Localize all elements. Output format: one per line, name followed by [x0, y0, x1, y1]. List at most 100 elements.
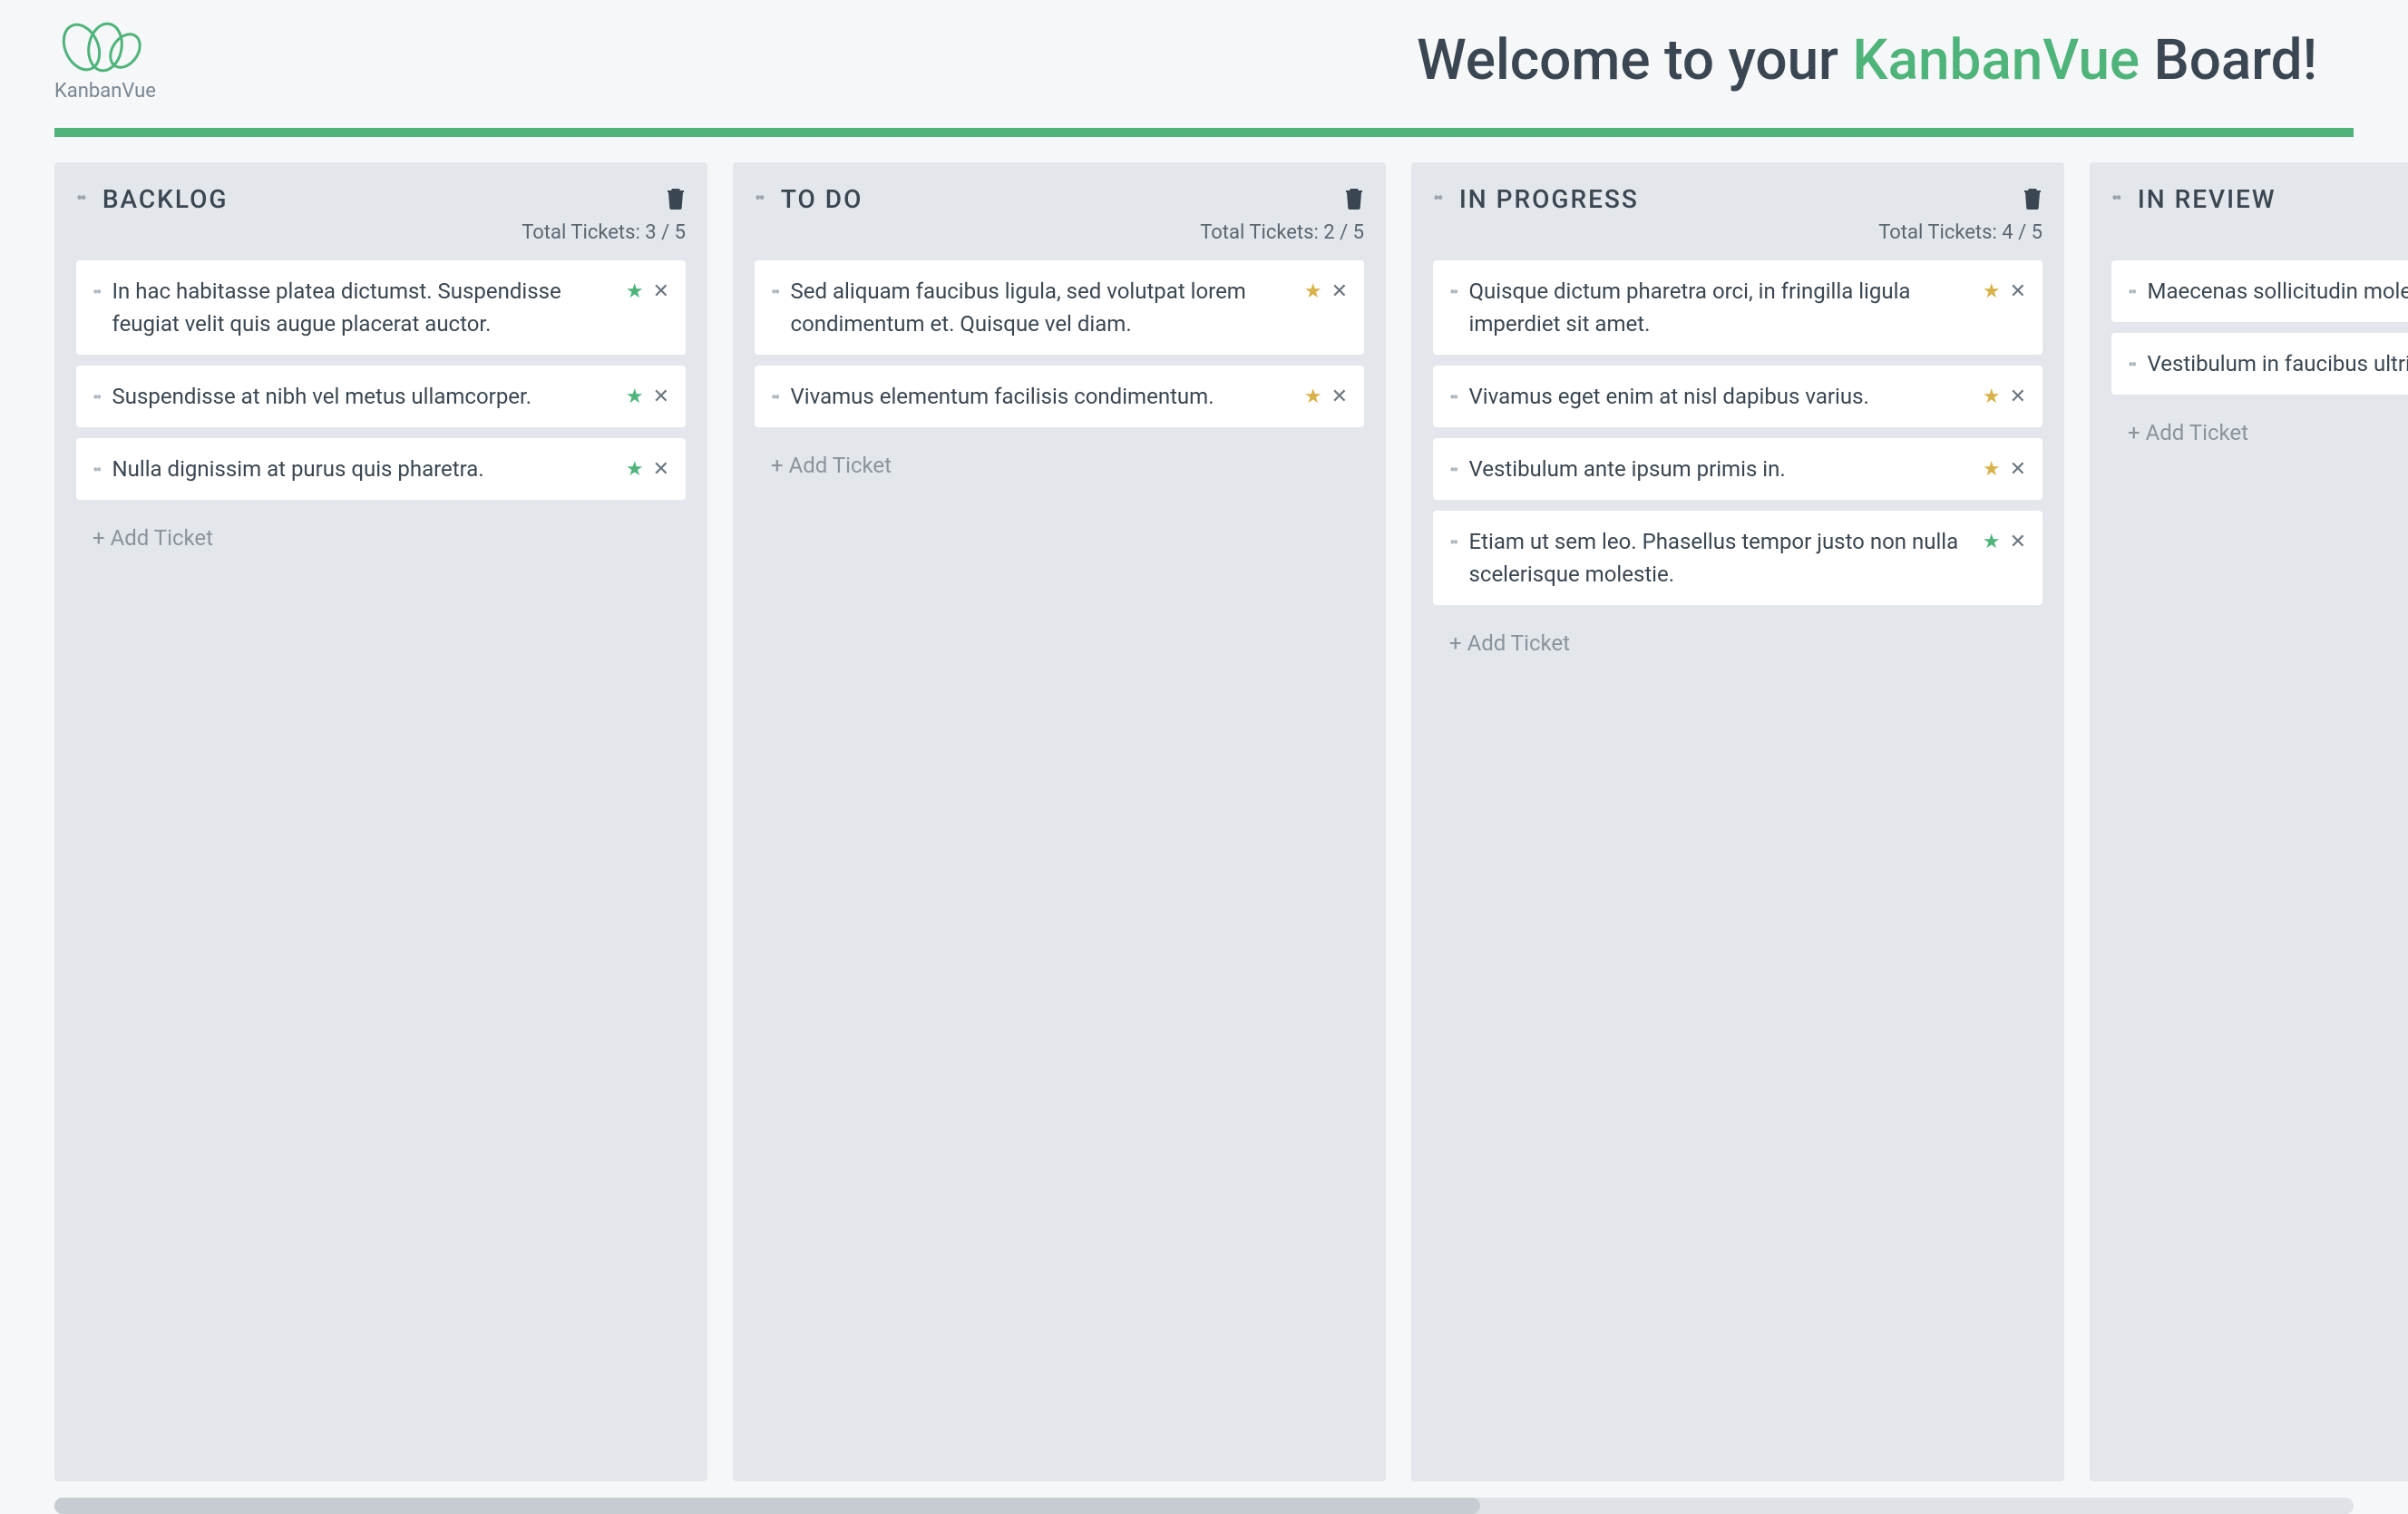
brand: KanbanVue — [54, 18, 156, 103]
kanban-column: •• BACKLOG Total Tickets: 3 / 5 •• In hac ha… — [54, 162, 707, 1481]
drag-handle-icon[interactable]: •• — [2128, 351, 2135, 378]
ticket-card[interactable]: •• Vivamus eget enim at nisl dapibus vari… — [1433, 366, 2042, 427]
star-icon[interactable]: ★ — [626, 277, 644, 307]
drag-handle-icon[interactable]: •• — [1449, 278, 1457, 306]
ticket-text: Vestibulum ante ipsum primis in. — [1469, 453, 1970, 485]
drag-handle-icon[interactable]: •• — [1433, 188, 1441, 210]
column-header: •• TO DO — [755, 184, 1364, 214]
ticket-text: Quisque dictum pharetra orci, in fringil… — [1469, 275, 1970, 340]
add-ticket-button[interactable]: + Add Ticket — [76, 513, 686, 563]
column-header: •• BACKLOG — [76, 184, 686, 214]
title-pre: Welcome to your — [1417, 27, 1852, 93]
ticket-text: Etiam ut sem leo. Phasellus tempor justo… — [1469, 525, 1970, 591]
column-ticket-count: Total Tickets: 3 / 5 — [76, 221, 686, 244]
drag-handle-icon[interactable]: •• — [771, 278, 778, 306]
brand-name: KanbanVue — [54, 80, 156, 103]
column-title: BACKLOG — [102, 184, 648, 214]
trash-icon[interactable] — [2023, 186, 2042, 213]
drag-handle-icon[interactable]: •• — [1449, 529, 1457, 556]
ticket-card[interactable]: •• Quisque dictum pharetra orci, in fring… — [1433, 260, 2042, 355]
scrollbar-thumb[interactable] — [54, 1498, 1480, 1514]
close-icon[interactable]: ✕ — [2010, 277, 2026, 307]
ticket-actions: ★✕ — [1304, 277, 1348, 307]
close-icon[interactable]: ✕ — [653, 454, 669, 484]
close-icon[interactable]: ✕ — [1331, 382, 1348, 412]
close-icon[interactable]: ✕ — [1331, 277, 1348, 307]
star-icon[interactable]: ★ — [1983, 382, 2001, 412]
column-title: IN REVIEW — [2138, 184, 2408, 214]
add-ticket-button[interactable]: + Add Ticket — [755, 440, 1364, 491]
drag-handle-icon[interactable]: •• — [76, 188, 84, 210]
column-header: •• IN REVIEW — [2111, 184, 2408, 214]
drag-handle-icon[interactable]: •• — [1449, 456, 1457, 484]
ticket-text: Vestibulum in faucibus ultrices. — [2148, 347, 2408, 380]
ticket-actions: ★✕ — [1983, 454, 2026, 484]
drag-handle-icon[interactable]: •• — [755, 188, 763, 210]
ticket-card[interactable]: •• Etiam ut sem leo. Phasellus tempor jus… — [1433, 511, 2042, 605]
star-icon[interactable]: ★ — [626, 454, 644, 484]
horizontal-scrollbar[interactable] — [54, 1498, 2354, 1514]
star-icon[interactable]: ★ — [1983, 277, 2001, 307]
add-ticket-button[interactable]: + Add Ticket — [2111, 407, 2408, 458]
ticket-text: In hac habitasse platea dictumst. Suspen… — [112, 275, 613, 340]
star-icon[interactable]: ★ — [1983, 527, 2001, 557]
app-root: KanbanVue Welcome to your KanbanVue Boar… — [0, 0, 2408, 1514]
column-header: ••IN PROGRESS — [1433, 184, 2042, 214]
close-icon[interactable]: ✕ — [653, 382, 669, 412]
page-title: Welcome to your KanbanVue Board! — [156, 27, 2354, 93]
ticket-card[interactable]: •• Maecenas sollicitudin molestie. Class … — [2111, 260, 2408, 322]
star-icon[interactable]: ★ — [1304, 382, 1322, 412]
drag-handle-icon[interactable]: •• — [93, 384, 100, 411]
ticket-actions: ★✕ — [1304, 382, 1348, 412]
ticket-actions: ★✕ — [626, 454, 669, 484]
header: KanbanVue Welcome to your KanbanVue Boar… — [0, 0, 2408, 128]
drag-handle-icon[interactable]: •• — [2111, 188, 2120, 210]
ticket-actions: ★✕ — [626, 277, 669, 307]
trash-icon[interactable] — [666, 186, 686, 213]
column-ticket-count: Total Tickets: 4 / 5 — [1433, 221, 2042, 244]
star-icon[interactable]: ★ — [626, 382, 644, 412]
star-icon[interactable]: ★ — [1304, 277, 1322, 307]
kanban-column: ••IN PROGRESS Total Tickets: 4 / 5 •• Quisq… — [1411, 162, 2064, 1481]
ticket-text: Vivamus elementum facilisis condimentum. — [791, 380, 1292, 413]
drag-handle-icon[interactable]: •• — [2128, 278, 2135, 306]
ticket-list: •• In hac habitasse platea dictumst. Susp… — [76, 260, 686, 500]
ticket-actions: ★✕ — [1983, 382, 2026, 412]
kanban-column: ••TO DOTotal Tickets: 2 / 5••Sed aliquam… — [733, 162, 1386, 1481]
ticket-text: Suspendisse at nibh vel metus ullamcorpe… — [112, 380, 613, 413]
accent-bar — [54, 128, 2354, 137]
ticket-card[interactable]: •• Suspendisse at nibh vel metus ullamcor… — [76, 366, 686, 427]
close-icon[interactable]: ✕ — [653, 277, 669, 307]
column-ticket-count: Total Tickets: 2 / 5 — [2111, 221, 2408, 244]
close-icon[interactable]: ✕ — [2010, 382, 2026, 412]
ticket-card[interactable]: ••Vestibulum ante ipsum primis in.★✕ — [1433, 438, 2042, 500]
close-icon[interactable]: ✕ — [2010, 454, 2026, 484]
ticket-text: Vivamus eget enim at nisl dapibus varius… — [1469, 380, 1970, 413]
drag-handle-icon[interactable]: •• — [93, 278, 100, 306]
ticket-card[interactable]: ••Vestibulum in faucibus ultrices.★✕ — [2111, 333, 2408, 395]
ticket-list: •• Quisque dictum pharetra orci, in fring… — [1433, 260, 2042, 605]
title-post: Board! — [2140, 27, 2317, 93]
drag-handle-icon[interactable]: •• — [93, 456, 100, 484]
ticket-text: Maecenas sollicitudin molestie. Class ap… — [2148, 275, 2408, 308]
title-accent: KanbanVue — [1852, 27, 2140, 93]
brand-logo-icon — [54, 18, 145, 74]
drag-handle-icon[interactable]: •• — [1449, 384, 1457, 411]
column-title: TO DO — [781, 184, 1326, 214]
ticket-text: Nulla dignissim at purus quis pharetra. — [112, 453, 613, 485]
add-ticket-button[interactable]: + Add Ticket — [1433, 618, 2042, 669]
drag-handle-icon[interactable]: •• — [771, 384, 778, 411]
ticket-text: Sed aliquam faucibus ligula, sed volutpa… — [791, 275, 1292, 340]
trash-icon[interactable] — [1344, 186, 1364, 213]
close-icon[interactable]: ✕ — [2010, 527, 2026, 557]
ticket-actions: ★✕ — [626, 382, 669, 412]
ticket-actions: ★✕ — [1983, 277, 2026, 307]
ticket-card[interactable]: •• Nulla dignissim at purus quis pharetra… — [76, 438, 686, 500]
ticket-card[interactable]: •• Sed aliquam faucibus ligula, sed volut… — [755, 260, 1364, 355]
kanban-board[interactable]: •• BACKLOG Total Tickets: 3 / 5 •• In hac ha… — [0, 137, 2408, 1481]
kanban-column: •• IN REVIEW Total Tickets: 2 / 5 •• Maecena… — [2090, 162, 2408, 1481]
ticket-list: •• Maecenas sollicitudin molestie. Class … — [2111, 260, 2408, 395]
star-icon[interactable]: ★ — [1983, 454, 2001, 484]
ticket-card[interactable]: •• In hac habitasse platea dictumst. Susp… — [76, 260, 686, 355]
ticket-card[interactable]: •• Vivamus elementum facilisis condimentu… — [755, 366, 1364, 427]
